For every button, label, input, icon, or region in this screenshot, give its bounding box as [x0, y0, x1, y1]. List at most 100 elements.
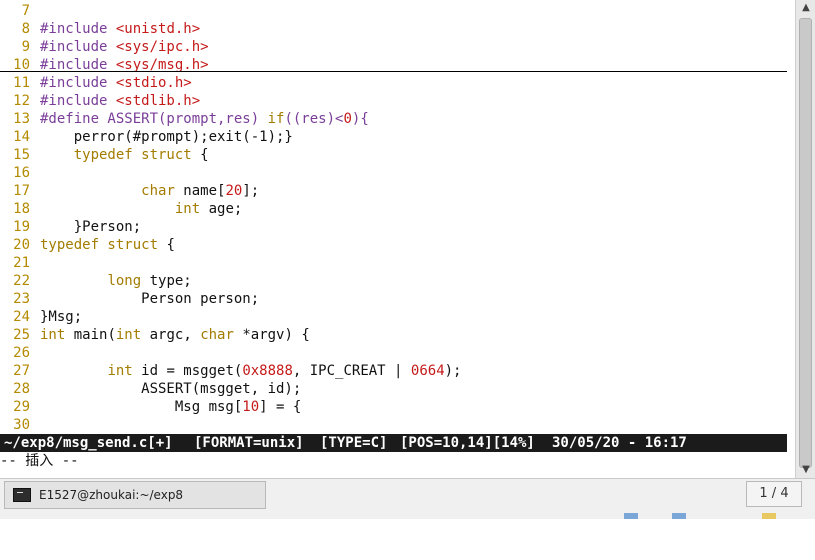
code-token: { — [191, 147, 209, 163]
code-text: int age; — [40, 200, 242, 218]
code-token: main( — [65, 327, 116, 343]
line-number: 15 — [13, 147, 30, 163]
code-token: name[ — [174, 183, 226, 199]
line-number: 29 — [13, 399, 30, 415]
code-token: , IPC_CREAT | — [292, 363, 411, 379]
code-token: char — [141, 183, 175, 199]
code-token: { — [158, 237, 175, 253]
code-text: ASSERT(msgget, id); — [40, 380, 301, 398]
line-number: 21 — [13, 255, 30, 271]
code-text: #include <stdlib.h> — [40, 92, 200, 110]
code-token: perror(#prompt);exit(-1);} — [40, 129, 293, 145]
code-token: typedef struct — [40, 237, 159, 253]
code-token: 10 — [242, 399, 260, 415]
code-text: Person person; — [40, 290, 259, 308]
vim-editor[interactable]: 7 8 #include <unistd.h> 9 #include <sys/ipc.… — [0, 0, 795, 478]
code-token: 0 — [343, 111, 352, 127]
line-number: 18 — [13, 201, 30, 217]
line-number: 11 — [13, 75, 30, 91]
scroll-down-icon[interactable]: ▼ — [796, 462, 815, 478]
code-token: <stdio.h> — [115, 75, 192, 91]
line-number: 26 — [13, 345, 30, 361]
code-token: 0x8888 — [242, 363, 293, 379]
workspace-pager[interactable]: 1 / 4 — [746, 481, 802, 507]
line-number: 23 — [13, 291, 30, 307]
code-text: int id = msgget(0x8888, IPC_CREAT | 0664… — [40, 362, 461, 380]
code-token: <stdlib.h> — [115, 93, 201, 109]
system-tray — [620, 513, 815, 519]
code-token: age; — [200, 201, 243, 217]
line-number: 14 — [13, 129, 30, 145]
status-datetime: 30/05/20 - 16:17 — [552, 435, 687, 451]
tray-network-icon[interactable] — [624, 513, 638, 519]
code-token: ]; — [242, 183, 260, 199]
line-number: 22 — [13, 273, 30, 289]
code-text: Msg msg[10] = { — [40, 398, 301, 416]
terminal-icon — [13, 488, 31, 502]
code-token: unistd.h — [124, 21, 192, 37]
code-token: typedef struct — [73, 147, 192, 163]
code-text: #define ASSERT(prompt,res) if((res)<0){ — [40, 110, 369, 128]
code-token: #define ASSERT(prompt,res) — [40, 111, 268, 127]
code-text: }Person; — [40, 218, 141, 236]
code-token: if — [267, 111, 285, 127]
code-token: ] = { — [259, 399, 302, 415]
line-number: 8 — [21, 21, 30, 37]
line-number: 19 — [13, 219, 30, 235]
code-token: #include — [40, 93, 116, 109]
code-token: id = msgget( — [132, 363, 243, 379]
cursor-line-underline — [0, 71, 787, 72]
taskbar-window-label: E1527@zhoukai:~/exp8 — [39, 488, 184, 502]
code-token: Msg msg[ — [40, 399, 243, 415]
status-filetype: [TYPE=C] — [320, 435, 388, 451]
scrollbar-thumb[interactable] — [799, 18, 812, 468]
code-token: ){ — [351, 111, 369, 127]
code-token: }Msg; — [40, 309, 83, 325]
vertical-scrollbar[interactable]: ▲ ▼ — [795, 0, 815, 478]
line-number: 12 — [13, 93, 30, 109]
line-number: 16 — [13, 165, 30, 181]
code-token: > — [191, 21, 201, 37]
tray-notification-icon[interactable] — [762, 513, 776, 519]
code-token: Person person; — [40, 291, 260, 307]
code-text: #include <sys/ipc.h> — [40, 38, 209, 56]
code-text: typedef struct { — [40, 146, 209, 164]
taskbar: E1527@zhoukai:~/exp8 1 / 4 — [0, 478, 815, 519]
code-token: #include — [40, 75, 116, 91]
line-number: 7 — [21, 3, 30, 19]
line-number: 17 — [13, 183, 30, 199]
code-token: argc, — [141, 327, 201, 343]
code-token: char — [200, 327, 234, 343]
code-token: int — [40, 327, 66, 343]
status-position: [POS=10,14][14%] — [400, 435, 535, 451]
code-token: #include — [40, 21, 116, 37]
code-text: #include <stdio.h> — [40, 74, 192, 92]
code-token: long — [107, 273, 142, 289]
code-text: typedef struct { — [40, 236, 175, 254]
code-text: long type; — [40, 272, 191, 290]
code-text: perror(#prompt);exit(-1);} — [40, 128, 293, 146]
line-number: 13 — [13, 111, 30, 127]
code-token: #include — [40, 39, 116, 55]
line-number: 24 — [13, 309, 30, 325]
code-token: int — [115, 327, 142, 343]
vim-mode-line: -- 插入 -- — [0, 453, 79, 469]
status-filename: ~/exp8/msg_send.c[+] — [4, 435, 173, 451]
code-token: *argv) { — [233, 327, 310, 343]
line-number: 27 — [13, 363, 30, 379]
taskbar-window-button[interactable]: E1527@zhoukai:~/exp8 — [4, 481, 266, 509]
code-token: 20 — [225, 183, 243, 199]
line-number: 25 — [13, 327, 30, 343]
tray-volume-icon[interactable] — [672, 513, 686, 519]
code-text: int main(int argc, char *argv) { — [40, 326, 310, 344]
scroll-up-icon[interactable]: ▲ — [796, 0, 815, 16]
code-token: ); — [444, 363, 462, 379]
vim-statusline: ~/exp8/msg_send.c[+] [FORMAT=unix] [TYPE… — [0, 434, 787, 452]
line-number: 30 — [13, 417, 30, 433]
code-token: ASSERT(msgget, id); — [40, 381, 302, 397]
